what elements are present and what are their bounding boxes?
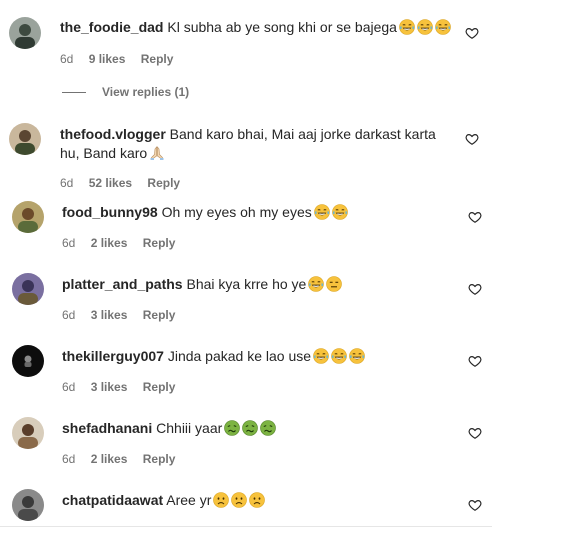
comment-age[interactable]: 6d [62, 380, 75, 394]
pray-emoji-icon [149, 145, 165, 161]
comment-age[interactable]: 6d [62, 452, 75, 466]
comment-text-line: the_foodie_dad Kl subha ab ye song khi o… [60, 18, 451, 37]
reply-button[interactable]: Reply [143, 452, 176, 466]
comment-username[interactable]: the_foodie_dad [60, 19, 163, 35]
reply-button[interactable]: Reply [143, 380, 176, 394]
expressionless-emoji-icon [326, 276, 343, 292]
comment-meta: 6d 3 likes Reply [62, 307, 187, 323]
nauseated-emoji-icon [260, 420, 277, 436]
view-replies-line [62, 92, 86, 94]
reply-button[interactable]: Reply [141, 52, 174, 66]
reply-button[interactable]: Reply [147, 176, 180, 190]
comment-likes[interactable]: 2 likes [91, 452, 128, 466]
joy-emoji-icon [313, 348, 329, 364]
comment-text: Oh my eyes oh my eyes [161, 204, 312, 220]
comment-text-line: shefadhanani Chhiii yaar [62, 419, 277, 438]
comment-emojis [306, 276, 343, 292]
like-heart-icon[interactable] [468, 426, 482, 440]
comment-age[interactable]: 6d [60, 52, 73, 66]
joy-emoji-icon [331, 348, 347, 364]
joy-emoji-icon [349, 348, 365, 364]
comment-username[interactable]: chatpatidaawat [62, 492, 163, 508]
frowning-emoji-icon [213, 492, 230, 508]
comment-age[interactable]: 6d [60, 176, 73, 190]
comment-meta: 6d 9 likes Reply [60, 51, 185, 67]
joy-emoji-icon [417, 19, 433, 35]
comment-text: Aree yr [166, 492, 212, 508]
reply-button[interactable]: Reply [143, 308, 176, 322]
comment-meta: 6d 2 likes Reply [62, 235, 187, 251]
comment-emojis [312, 204, 348, 220]
comment-age[interactable]: 6d [62, 236, 75, 250]
comment-text-line: thefood.vlogger Band karo bhai, Mai aaj … [60, 125, 450, 163]
avatar[interactable] [12, 417, 44, 449]
comment-text-line: thekillerguy007 Jinda pakad ke lao use [62, 347, 365, 366]
comment-emojis [311, 348, 365, 364]
comment-emojis [211, 492, 266, 508]
comment-meta: 6d 2 likes Reply [62, 451, 187, 467]
avatar[interactable] [12, 489, 44, 521]
like-heart-icon[interactable] [468, 354, 482, 368]
joy-emoji-icon [331, 204, 348, 220]
comment-text-line: chatpatidaawat Aree yr [62, 491, 266, 510]
joy-emoji-icon [435, 19, 451, 35]
like-heart-icon[interactable] [465, 26, 479, 40]
comment-likes[interactable]: 2 likes [91, 236, 128, 250]
comment-emojis [147, 145, 165, 161]
divider [0, 526, 492, 527]
joy-emoji-icon [308, 276, 325, 292]
nauseated-emoji-icon [242, 420, 259, 436]
reply-button[interactable]: Reply [143, 236, 176, 250]
view-replies-button[interactable]: View replies (1) [62, 85, 189, 99]
joy-emoji-icon [399, 19, 415, 35]
like-heart-icon[interactable] [465, 132, 479, 146]
frowning-emoji-icon [249, 492, 266, 508]
comment-text: Bhai kya krre ho ye [186, 276, 307, 292]
avatar[interactable] [9, 17, 41, 49]
like-heart-icon[interactable] [468, 282, 482, 296]
comment-text: Chhiii yaar [156, 420, 223, 436]
comment-username[interactable]: food_bunny98 [62, 204, 158, 220]
comment-username[interactable]: thefood.vlogger [60, 126, 166, 142]
nauseated-emoji-icon [224, 420, 241, 436]
view-replies-label: View replies (1) [102, 85, 190, 99]
comment-meta: 6d 3 likes Reply [62, 379, 187, 395]
comment-text: Kl subha ab ye song khi or se bajega [167, 19, 397, 35]
comment-likes[interactable]: 3 likes [91, 308, 128, 322]
comment-text: Jinda pakad ke lao use [167, 348, 312, 364]
comment-username[interactable]: thekillerguy007 [62, 348, 164, 364]
comment-emojis [397, 19, 451, 35]
like-heart-icon[interactable] [468, 498, 482, 512]
comment-likes[interactable]: 3 likes [91, 380, 128, 394]
comment-username[interactable]: shefadhanani [62, 420, 152, 436]
comment-text-line: platter_and_paths Bhai kya krre ho ye [62, 275, 343, 294]
frowning-emoji-icon [231, 492, 248, 508]
comment-likes[interactable]: 52 likes [89, 176, 132, 190]
comment-likes[interactable]: 9 likes [89, 52, 126, 66]
comment-age[interactable]: 6d [62, 308, 75, 322]
avatar[interactable] [9, 123, 41, 155]
avatar[interactable] [12, 201, 44, 233]
comment-username[interactable]: platter_and_paths [62, 276, 183, 292]
avatar[interactable] [12, 345, 44, 377]
comment-emojis [222, 420, 277, 436]
comments-list: the_foodie_dad Kl subha ab ye song khi o… [0, 0, 492, 542]
joy-emoji-icon [313, 204, 330, 220]
comment-text-line: food_bunny98 Oh my eyes oh my eyes [62, 203, 348, 222]
like-heart-icon[interactable] [468, 210, 482, 224]
avatar[interactable] [12, 273, 44, 305]
comment-meta: 6d 52 likes Reply [60, 175, 192, 191]
